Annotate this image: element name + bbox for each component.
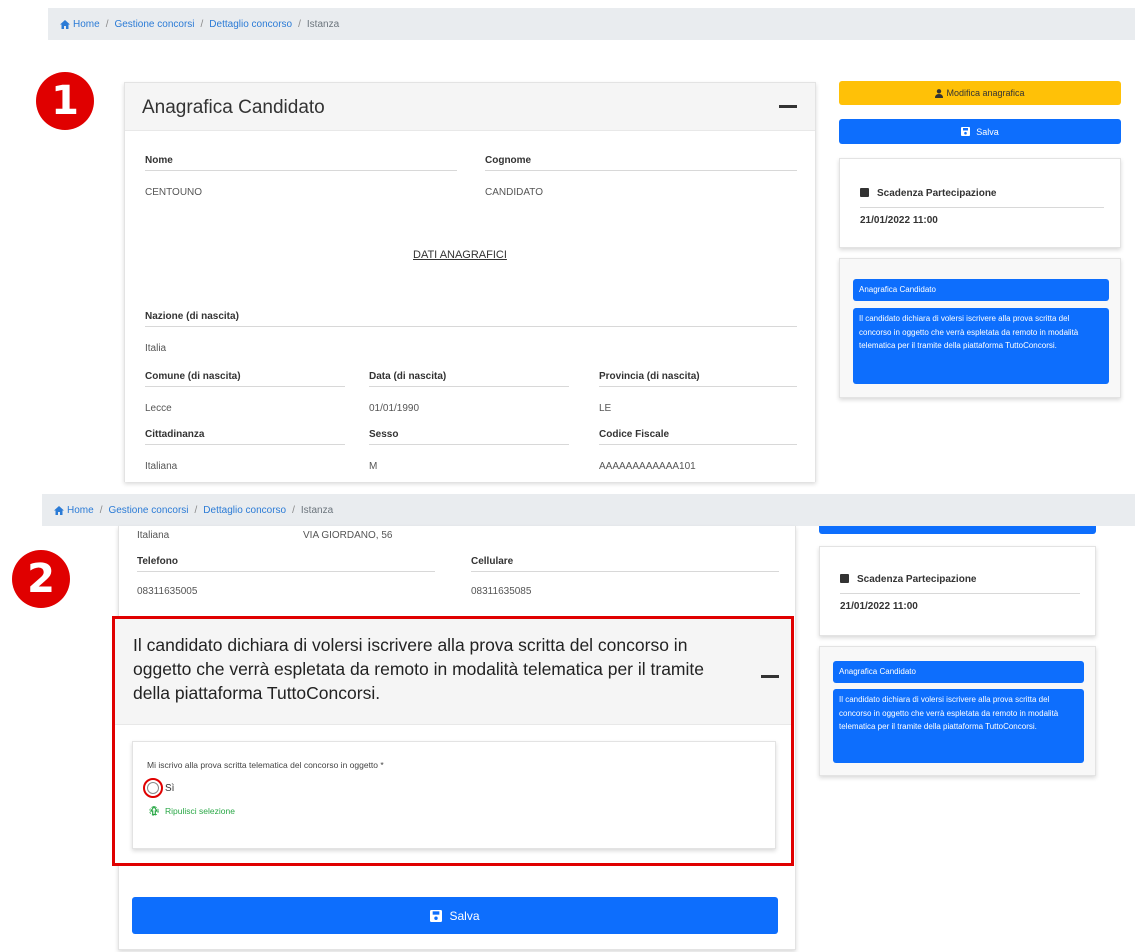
breadcrumb-dettaglio-concorso[interactable]: Dettaglio concorso: [203, 505, 286, 516]
sesso-value: M: [369, 461, 378, 472]
nazione-value: Italia: [145, 343, 167, 354]
cognome-label: Cognome: [485, 155, 797, 171]
cognome-value: CANDIDATO: [485, 187, 543, 198]
breadcrumb-dettaglio-concorso[interactable]: Dettaglio concorso: [209, 19, 292, 30]
cellulare-label: Cellulare: [471, 556, 779, 572]
scadenza-title-2: Scadenza Partecipazione: [857, 574, 977, 585]
comune-value: Lecce: [145, 403, 172, 414]
anagrafica-card-title: Anagrafica Candidato: [142, 97, 325, 118]
nav-anagrafica-link-2[interactable]: Anagrafica Candidato: [833, 661, 1084, 683]
telefono-value: 08311635005: [137, 586, 198, 597]
nav-dichiarazione-link-2[interactable]: Il candidato dichiara di volersi iscrive…: [833, 689, 1084, 763]
step-badge-2: 2: [12, 550, 70, 608]
home-icon: [60, 19, 70, 29]
clear-selection-link[interactable]: Ripulisci selezione: [149, 806, 235, 816]
radio-si-label: Sì: [165, 783, 175, 794]
modifica-anagrafica-button[interactable]: Modifica anagrafica: [839, 81, 1121, 105]
nav-dichiarazione-label: Il candidato dichiara di volersi iscrive…: [859, 314, 1079, 351]
indirizzo-row-value: VIA GIORDANO, 56: [303, 530, 393, 541]
dati-anagrafici-heading: DATI ANAGRAFICI: [413, 249, 507, 261]
scadenza-value: 21/01/2022 11:00: [860, 215, 938, 226]
scadenza-card: Scadenza Partecipazione 21/01/2022 11:00: [839, 158, 1121, 248]
declaration-highlight: Il candidato dichiara di volersi iscrive…: [112, 616, 794, 866]
salva-label-bottom: Salva: [449, 908, 480, 923]
scadenza-value-2: 21/01/2022 11:00: [840, 601, 918, 612]
breadcrumb-istanza: Istanza: [306, 18, 340, 30]
collapse-icon[interactable]: [761, 675, 779, 678]
collapse-icon[interactable]: [779, 105, 797, 108]
scadenza-card-2: Scadenza Partecipazione 21/01/2022 11:00: [819, 546, 1096, 636]
nav-dichiarazione-link[interactable]: Il candidato dichiara di volersi iscrive…: [853, 308, 1109, 384]
comune-label: Comune (di nascita): [145, 371, 345, 387]
nome-label: Nome: [145, 155, 457, 171]
breadcrumb-gestione-concorsi[interactable]: Gestione concorsi: [108, 505, 188, 516]
breadcrumb-2: Home / Gestione concorsi / Dettaglio con…: [42, 494, 1135, 526]
modifica-anagrafica-label: Modifica anagrafica: [946, 88, 1025, 98]
calendar-icon: [840, 574, 849, 583]
step-badge-1: 1: [36, 72, 94, 130]
nav-anagrafica-label-2: Anagrafica Candidato: [839, 667, 916, 677]
save-icon: [430, 909, 443, 922]
breadcrumb-istanza: Istanza: [300, 504, 334, 516]
save-icon: [961, 127, 971, 136]
calendar-icon: [860, 188, 869, 197]
provincia-label: Provincia (di nascita): [599, 371, 797, 387]
clear-selection-label: Ripulisci selezione: [165, 806, 235, 816]
codice-fiscale-value: AAAAAAAAAAAA101: [599, 461, 696, 472]
salva-button-top-cropped[interactable]: [819, 526, 1096, 534]
nazione-label: Nazione (di nascita): [145, 311, 797, 327]
navigation-card-2: Anagrafica Candidato Il candidato dichia…: [819, 646, 1096, 776]
anagrafica-card: Anagrafica Candidato Nome CENTOUNO Cogno…: [124, 82, 816, 482]
question-card: Mi iscrivo alla prova scritta telematica…: [132, 741, 776, 849]
cittadinanza-value: Italiana: [145, 461, 178, 472]
salva-label-top: Salva: [976, 126, 999, 137]
cellulare-value: 08311635085: [471, 586, 532, 597]
scadenza-title-row-2: Scadenza Partecipazione: [840, 569, 1080, 594]
home-icon: [54, 505, 64, 515]
nome-value: CENTOUNO: [145, 187, 203, 198]
nav-dichiarazione-label-2: Il candidato dichiara di volersi iscrive…: [839, 695, 1059, 732]
user-icon: [935, 88, 944, 98]
sesso-label: Sesso: [369, 429, 569, 445]
breadcrumb-gestione-concorsi[interactable]: Gestione concorsi: [114, 19, 194, 30]
provincia-value: LE: [599, 403, 612, 414]
data-nascita-label: Data (di nascita): [369, 371, 569, 387]
telefono-label: Telefono: [137, 556, 435, 572]
navigation-card: Anagrafica Candidato Il candidato dichia…: [839, 258, 1121, 398]
declaration-header: Il candidato dichiara di volersi iscrive…: [115, 619, 791, 725]
radio-si[interactable]: [147, 782, 159, 794]
nav-anagrafica-link[interactable]: Anagrafica Candidato: [853, 279, 1109, 301]
question-label: Mi iscrivo alla prova scritta telematica…: [147, 760, 384, 770]
salva-button-bottom[interactable]: Salva: [132, 897, 778, 934]
recycle-icon: [149, 806, 159, 816]
breadcrumb: Home / Gestione concorsi / Dettaglio con…: [48, 8, 1135, 40]
anagrafica-card-header: Anagrafica Candidato: [125, 83, 815, 131]
salva-button-top[interactable]: Salva: [839, 119, 1121, 144]
data-nascita-value: 01/01/1990: [369, 403, 420, 414]
scadenza-title: Scadenza Partecipazione: [877, 188, 997, 199]
cittadinanza-row-value: Italiana: [137, 530, 170, 541]
declaration-title: Il candidato dichiara di volersi iscrive…: [133, 635, 704, 703]
cittadinanza-label: Cittadinanza: [145, 429, 345, 445]
scadenza-title-row: Scadenza Partecipazione: [860, 183, 1104, 208]
nav-anagrafica-label: Anagrafica Candidato: [859, 285, 936, 295]
codice-fiscale-label: Codice Fiscale: [599, 429, 797, 445]
breadcrumb-home[interactable]: Home: [73, 19, 100, 30]
breadcrumb-home[interactable]: Home: [67, 505, 94, 516]
